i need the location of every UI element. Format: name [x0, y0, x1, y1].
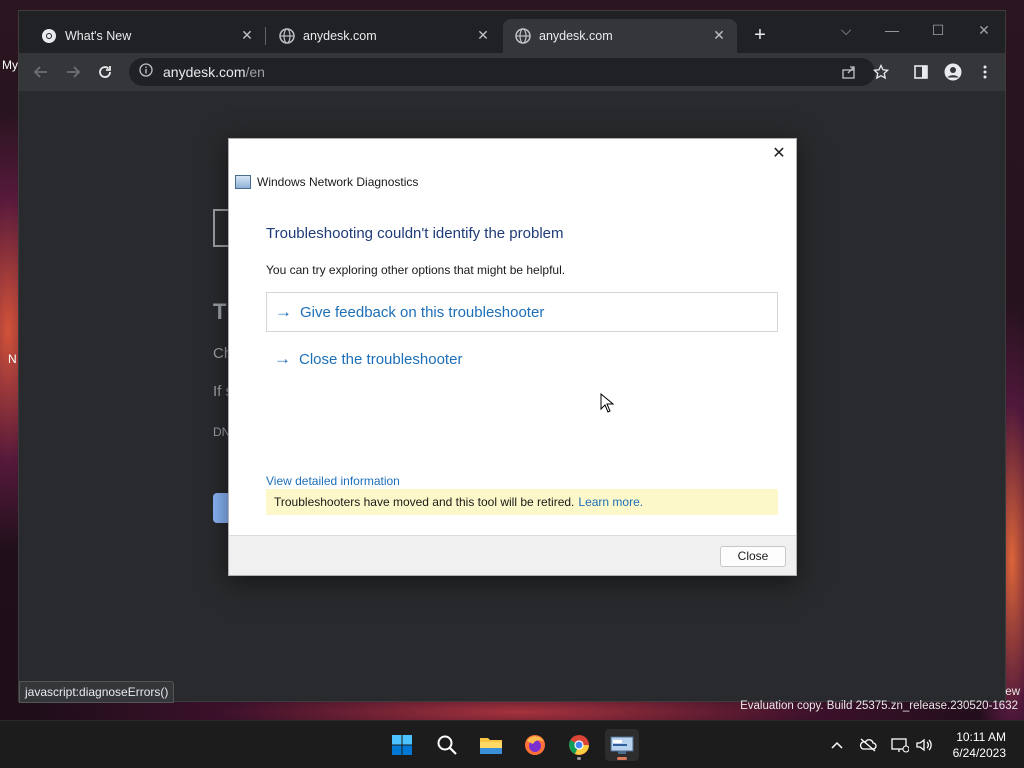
file-explorer-icon[interactable]	[474, 729, 508, 761]
clock-time: 10:11 AM	[956, 730, 1006, 744]
chrome-icon[interactable]	[562, 729, 596, 761]
reload-icon[interactable]	[93, 60, 117, 84]
volume-icon[interactable]	[914, 735, 934, 755]
close-window-icon[interactable]: ✕	[969, 17, 999, 43]
close-troubleshooter-option[interactable]: → Close the troubleshooter	[266, 339, 778, 379]
menu-kebab-icon[interactable]	[973, 60, 997, 84]
dialog-close-icon[interactable]: ✕	[768, 143, 790, 165]
tab-close-icon[interactable]: ✕	[711, 27, 727, 43]
dialog-footer: Close	[229, 535, 796, 575]
firefox-icon[interactable]	[518, 729, 552, 761]
tab-anydesk-1[interactable]: anydesk.com ✕	[267, 19, 501, 53]
option-label: Close the troubleshooter	[299, 350, 463, 368]
mouse-cursor-icon	[600, 392, 615, 413]
chevron-up-icon[interactable]	[827, 735, 847, 755]
bookmark-star-icon[interactable]	[869, 60, 893, 84]
onedrive-offline-icon[interactable]	[858, 735, 878, 755]
learn-more-link[interactable]: Learn more.	[578, 495, 643, 509]
browser-toolbar: anydesk.com/en	[19, 53, 1005, 91]
chrome-icon	[41, 28, 57, 44]
url-path: /en	[245, 64, 265, 80]
profile-avatar-icon[interactable]	[941, 60, 965, 84]
dialog-title-bar: Windows Network Diagnostics	[235, 175, 418, 189]
site-info-icon[interactable]	[139, 62, 153, 82]
notice-text: Troubleshooters have moved and this tool…	[274, 495, 575, 509]
system-clock[interactable]: 10:11 AM 6/24/2023	[953, 729, 1006, 761]
globe-icon	[279, 28, 295, 44]
retirement-notice: Troubleshooters have moved and this tool…	[266, 489, 778, 515]
address-bar[interactable]: anydesk.com/en	[129, 58, 875, 86]
back-arrow-icon[interactable]	[29, 60, 53, 84]
tab-search-chevron-icon[interactable]: ⌵	[831, 17, 861, 43]
dialog-heading: Troubleshooting couldn't identify the pr…	[266, 225, 564, 242]
tab-label: anydesk.com	[539, 29, 613, 43]
maximize-icon[interactable]: ☐	[923, 17, 953, 43]
option-label: Give feedback on this troubleshooter	[300, 303, 545, 321]
new-tab-icon[interactable]: +	[749, 25, 771, 47]
desktop-icon-label[interactable]: N	[8, 352, 17, 366]
dialog-subtitle: You can try exploring other options that…	[266, 263, 566, 277]
give-feedback-option[interactable]: → Give feedback on this troubleshooter	[266, 292, 778, 332]
network-diagnostics-icon	[235, 175, 251, 189]
dialog-title: Windows Network Diagnostics	[257, 175, 419, 189]
network-diagnostics-dialog: ✕ Windows Network Diagnostics Troublesho…	[228, 138, 797, 576]
share-icon[interactable]	[837, 60, 861, 84]
network-diagnostics-icon[interactable]	[605, 729, 639, 761]
status-bubble: javascript:diagnoseErrors()	[19, 681, 175, 703]
start-icon[interactable]	[385, 729, 419, 761]
tab-label: What's New	[65, 29, 132, 43]
close-button[interactable]: Close	[720, 546, 786, 567]
watermark-text: Evaluation copy. Build 25375.zn_release.…	[740, 700, 1018, 712]
running-indicator	[577, 757, 581, 760]
tab-separator	[265, 27, 266, 45]
active-indicator	[617, 757, 627, 760]
clock-date: 6/24/2023	[952, 746, 1006, 760]
view-detailed-info-link[interactable]: View detailed information	[266, 474, 400, 488]
network-icon[interactable]	[890, 735, 910, 755]
forward-arrow-icon[interactable]	[61, 60, 85, 84]
tab-anydesk-2[interactable]: anydesk.com ✕	[503, 19, 737, 53]
desktop-icon-label[interactable]: My	[2, 58, 18, 72]
arrow-right-icon: →	[274, 349, 291, 368]
arrow-right-icon: →	[275, 302, 292, 321]
tab-close-icon[interactable]: ✕	[475, 27, 491, 43]
watermark-tail: ew	[1005, 686, 1020, 698]
minimize-icon[interactable]: —	[877, 17, 907, 43]
tab-label: anydesk.com	[303, 29, 377, 43]
url-text[interactable]: anydesk.com/en	[163, 64, 265, 80]
evaluation-watermark: Evaluation copy. Build 25375.zn_release.…	[740, 700, 1018, 712]
tab-close-icon[interactable]: ✕	[239, 27, 255, 43]
search-icon[interactable]	[430, 729, 464, 761]
tab-whats-new[interactable]: What's New ✕	[29, 19, 265, 53]
tab-strip: What's New ✕ anydesk.com ✕ anydesk.com ✕…	[19, 11, 1005, 53]
side-panel-icon[interactable]	[909, 60, 933, 84]
globe-icon	[515, 28, 531, 44]
taskbar: 10:11 AM 6/24/2023	[0, 720, 1024, 768]
url-host: anydesk.com	[163, 64, 246, 80]
